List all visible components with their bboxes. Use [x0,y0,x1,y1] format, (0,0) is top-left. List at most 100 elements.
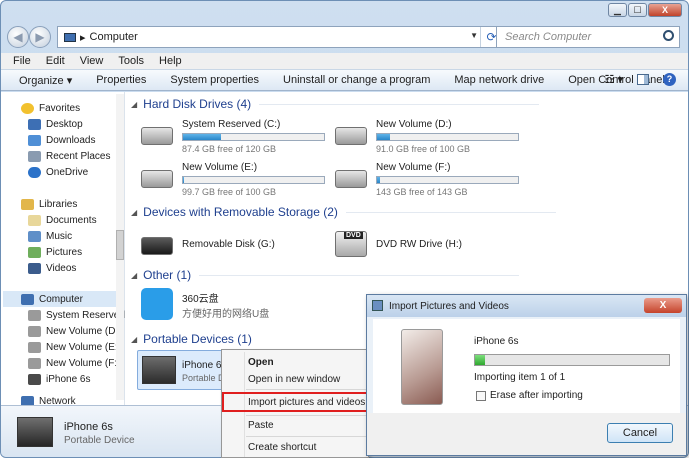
drive-free-space: 87.4 GB free of 120 GB [182,144,277,154]
dialog-close-button[interactable]: X [644,298,682,313]
drive-name: New Volume (F:) [376,162,451,173]
menu-view[interactable]: View [80,55,104,67]
nav-item-iphone[interactable]: iPhone 6s [28,371,90,387]
search-input[interactable]: Search Computer [496,26,680,48]
nav-item-documents[interactable]: Documents [28,212,97,228]
drive-icon [335,127,367,145]
checkbox-box[interactable] [476,390,486,401]
forward-button[interactable]: ▶ [29,26,51,48]
drive-e[interactable]: New Volume (E:) 99.7 GB free of 100 GB [141,160,341,200]
menu-separator [246,389,366,390]
section-title: Hard Disk Drives (4) [143,97,252,111]
minimize-button[interactable]: ▁ [608,3,627,17]
menu-file[interactable]: File [13,55,31,67]
cancel-button[interactable]: Cancel [607,423,673,443]
desktop-icon [28,118,41,130]
computer-icon [64,32,76,42]
windows-drive-icon [141,127,173,145]
menu-item-open-new-window[interactable]: Open in new window [248,374,340,385]
menu-edit[interactable]: Edit [46,55,65,67]
nav-item-volume-d[interactable]: New Volume (D:) [28,323,122,339]
menu-item-create-shortcut[interactable]: Create shortcut [248,442,316,453]
menu-item-paste[interactable]: Paste [248,420,274,431]
address-dropdown-icon[interactable]: ▼ [470,31,478,40]
other-item-desc: 方便好用的网络U盘 [182,309,270,320]
nav-network[interactable]: Network [21,396,76,405]
drive-free-space: 99.7 GB free of 100 GB [182,187,277,197]
section-other[interactable]: ◢ Other (1) [131,268,520,282]
nav-label: iPhone 6s [46,373,91,385]
computer-icon [21,293,34,305]
breadcrumb-computer[interactable]: Computer [90,31,138,43]
nav-item-recent-places[interactable]: Recent Places [28,148,110,164]
drive-usage-bar [182,133,325,141]
search-icon[interactable] [663,30,674,41]
nav-scroll-thumb[interactable] [116,230,124,260]
maximize-button[interactable]: ☐ [628,3,647,17]
drive-name: System Reserved (C:) [182,119,281,130]
drive-usage-fill [183,177,185,183]
nav-label: Favorites [39,102,81,114]
erase-after-import-checkbox[interactable]: Erase after importing [476,390,583,401]
collapse-triangle-icon: ◢ [131,334,138,344]
import-dialog: Import Pictures and Videos X iPhone 6s I… [366,294,687,456]
menu-tools[interactable]: Tools [118,55,144,67]
map-network-drive-button[interactable]: Map network drive [454,74,544,86]
nav-item-onedrive[interactable]: OneDrive [28,164,88,180]
nav-libraries[interactable]: Libraries [21,196,77,212]
section-title: Portable Devices (1) [143,332,252,346]
nav-scrollbar[interactable] [116,94,124,400]
uninstall-program-button[interactable]: Uninstall or change a program [283,74,430,86]
section-removable-storage[interactable]: ◢ Devices with Removable Storage (2) [131,205,556,219]
nav-label: Computer [39,293,83,305]
nav-item-pictures[interactable]: Pictures [28,244,82,260]
removable-disk-g[interactable]: Removable Disk (G:) [141,227,321,267]
nav-item-desktop[interactable]: Desktop [28,116,83,132]
nav-item-music[interactable]: Music [28,228,72,244]
nav-item-volume-f[interactable]: New Volume (F:) [28,355,120,371]
recent-places-icon [28,150,41,162]
view-options-icon[interactable]: ☷ ▾ [605,73,623,86]
menu-item-import-pictures[interactable]: Import pictures and videos [248,397,365,408]
nav-item-downloads[interactable]: Downloads [28,132,95,148]
nav-item-volume-e[interactable]: New Volume (E:) [28,339,121,355]
videos-icon [28,262,41,274]
nav-label: Documents [46,214,97,226]
address-bar[interactable]: ▸ Computer ▼ ⟳ [57,26,503,48]
organize-button[interactable]: Organize ▾ [19,74,72,87]
collapse-triangle-icon: ◢ [131,99,138,109]
section-hard-disk-drives[interactable]: ◢ Hard Disk Drives (4) [131,97,540,111]
nav-computer[interactable]: Computer [3,291,116,307]
nav-label: Desktop [46,118,83,130]
preview-pane-icon[interactable] [637,74,649,85]
properties-button[interactable]: Properties [96,74,146,86]
drive-usage-fill [377,177,380,183]
help-icon[interactable]: ? [663,73,676,86]
device-thumbnail-icon [17,417,53,447]
menu-help[interactable]: Help [159,55,182,67]
menu-separator [246,436,366,437]
drive-icon [335,170,367,188]
nav-item-system-reserved[interactable]: System Reserved [28,307,125,323]
section-divider [199,274,520,276]
nav-item-videos[interactable]: Videos [28,260,76,276]
portable-item-name: iPhone 6s [182,360,227,371]
other-360-cloud[interactable]: 360云盘 方便好用的网络U盘 [141,288,341,324]
drive-c[interactable]: System Reserved (C:) 87.4 GB free of 120… [141,117,341,157]
dialog-device-name: iPhone 6s [474,336,519,347]
nav-favorites[interactable]: Favorites [21,100,80,116]
close-button[interactable]: X [648,3,682,17]
menu-item-open[interactable]: Open [248,357,274,368]
drive-icon [28,325,41,337]
system-properties-button[interactable]: System properties [170,74,259,86]
section-portable-devices[interactable]: ◢ Portable Devices (1) [131,332,252,346]
drive-usage-fill [183,134,222,140]
drive-f[interactable]: New Volume (F:) 143 GB free of 143 GB [335,160,535,200]
drive-d[interactable]: New Volume (D:) 91.0 GB free of 100 GB [335,117,535,157]
dvd-drive-h[interactable]: DVD DVD RW Drive (H:) [335,227,515,267]
toolbar-right: ☷ ▾ ? [605,73,676,86]
back-button[interactable]: ◀ [7,26,29,48]
pictures-icon [28,246,41,258]
drive-icon [28,309,41,321]
nav-label: OneDrive [46,166,89,178]
